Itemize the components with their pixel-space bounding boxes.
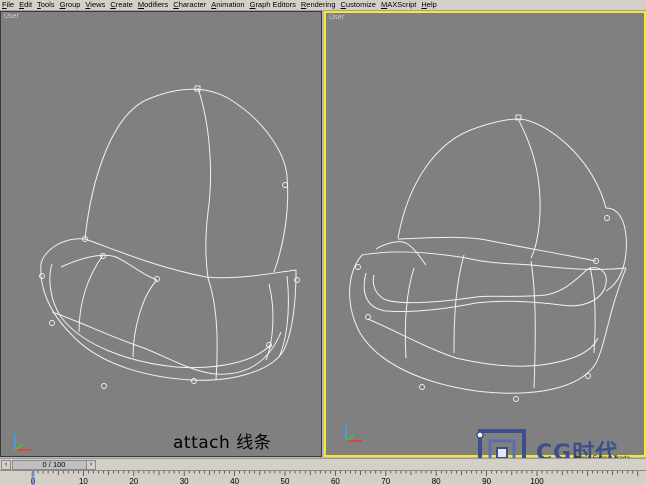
chevron-right-icon: › [89, 461, 93, 468]
ruler-label: 100 [530, 477, 544, 485]
menu-customize[interactable]: Customize [341, 0, 376, 10]
menu-help[interactable]: Help [421, 0, 436, 10]
viewport-right-active[interactable]: User [324, 11, 646, 457]
menu-rendering[interactable]: Rendering [301, 0, 336, 10]
menu-tools[interactable]: Tools [37, 0, 55, 10]
time-slider-thumb[interactable]: 0 / 100 [12, 460, 96, 470]
menu-create[interactable]: Create [110, 0, 133, 10]
menu-modifiers[interactable]: Modifiers [138, 0, 168, 10]
menu-graph-editors[interactable]: Graph Editors [250, 0, 296, 10]
viewport-left[interactable]: User attach 线条 [0, 11, 322, 457]
ruler-label: 10 [79, 477, 88, 485]
ruler-label: 40 [230, 477, 239, 485]
ruler-label: 60 [331, 477, 340, 485]
ruler-ticks: 0102030405060708090100 [31, 471, 639, 485]
time-slider[interactable]: ‹ 0 / 100 › [0, 458, 646, 470]
menu-views[interactable]: Views [85, 0, 105, 10]
chevron-left-icon: ‹ [4, 461, 8, 468]
ruler-label: 80 [432, 477, 441, 485]
menu-bar: File Edit Tools Group Views Create Modifiers Ch… [0, 0, 646, 11]
ruler-label: 50 [281, 477, 290, 485]
menu-character[interactable]: Character [173, 0, 206, 10]
current-frame-marker[interactable] [31, 471, 35, 485]
menu-edit[interactable]: Edit [19, 0, 32, 10]
ruler-label: 70 [381, 477, 390, 485]
axis-tripod-right-icon [345, 425, 362, 442]
time-prev-button[interactable]: ‹ [1, 460, 11, 470]
time-next-button[interactable]: › [86, 460, 96, 470]
track-bar-ruler[interactable]: 0102030405060708090100 [0, 470, 646, 485]
ruler-label: 20 [129, 477, 138, 485]
menu-maxscript[interactable]: MAXScript [381, 0, 416, 10]
menu-animation[interactable]: Animation [211, 0, 244, 10]
axis-tripod-left-icon [14, 434, 31, 451]
time-slider-track[interactable] [98, 460, 646, 470]
viewport-area: User attach 线条 User [0, 11, 646, 458]
menu-file[interactable]: File [2, 0, 14, 10]
ruler-label: 30 [180, 477, 189, 485]
spline-wireframe-right [349, 114, 627, 402]
ruler-label: 90 [482, 477, 491, 485]
spline-wireframe-left [39, 85, 300, 389]
menu-group[interactable]: Group [60, 0, 81, 10]
frame-readout: 0 / 100 [42, 460, 66, 469]
attach-caption: attach 线条 [173, 433, 272, 453]
